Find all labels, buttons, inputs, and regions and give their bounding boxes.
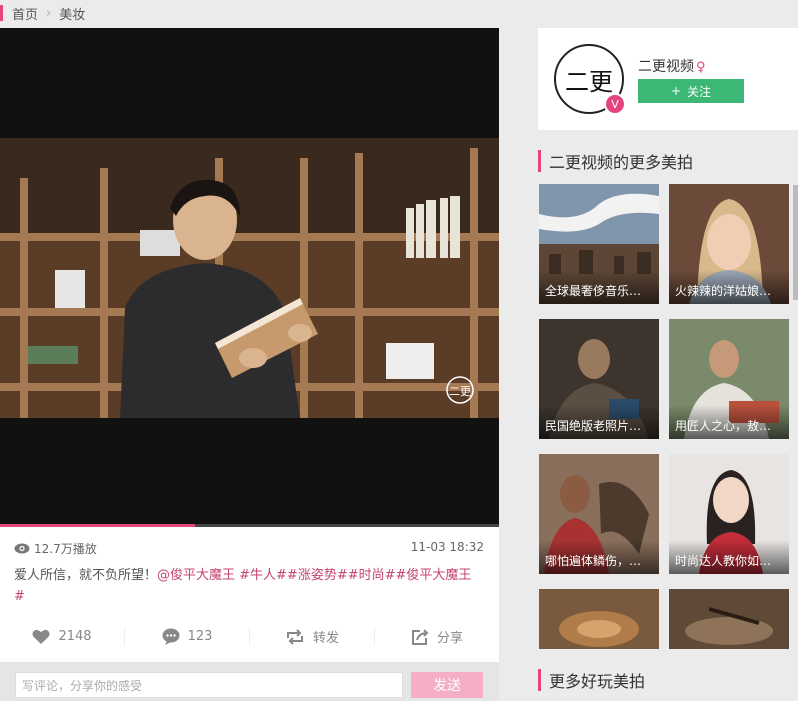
female-icon: ♀: [696, 60, 706, 75]
heart-icon: [32, 629, 51, 644]
repost-button[interactable]: 转发: [250, 627, 375, 646]
thumb-image-7: [539, 589, 659, 649]
more-fun-title: 更多好玩美拍: [549, 672, 646, 691]
thumb-caption-2: 火辣辣的洋姑娘…: [669, 270, 789, 304]
thumb-image-8: [669, 589, 789, 649]
thumb-caption-1: 全球最奢侈音乐…: [539, 270, 659, 304]
video-frame[interactable]: 二更: [0, 138, 499, 418]
repost-icon: [286, 628, 303, 645]
like-button[interactable]: 2148: [0, 627, 125, 646]
description-text: 爱人所信，就不负所望！: [14, 568, 158, 583]
publish-datetime: 11-03 18:32: [410, 540, 484, 554]
more-videos-heading: 二更视频的更多美拍: [538, 149, 693, 173]
follow-button[interactable]: + 关注: [638, 79, 744, 103]
thumb-caption-3: 民国绝版老照片…: [539, 405, 659, 439]
send-button[interactable]: 发送: [411, 672, 483, 698]
comment-bar: 写评论，分享你的感受 发送: [0, 662, 499, 701]
comment-input[interactable]: 写评论，分享你的感受: [15, 672, 403, 698]
verified-badge-icon: V: [604, 93, 626, 115]
author-name-label: 二更视频: [638, 59, 694, 75]
share-button[interactable]: 分享: [375, 627, 499, 646]
video-thumb-6[interactable]: 时尚达人教你如…: [669, 454, 789, 574]
video-thumb-1[interactable]: 全球最奢侈音乐…: [539, 184, 659, 304]
sidebar-scrollbar[interactable]: [793, 185, 798, 300]
comment-count: 123: [187, 629, 213, 644]
author-name[interactable]: 二更视频 ♀: [638, 56, 706, 76]
thumb-caption-4: 用匠人之心，敖…: [669, 405, 789, 439]
video-thumb-2[interactable]: 火辣辣的洋姑娘…: [669, 184, 789, 304]
video-thumb-3[interactable]: 民国绝版老照片…: [539, 319, 659, 439]
video-thumb-7[interactable]: [539, 589, 659, 649]
follow-label: 关注: [687, 84, 712, 99]
breadcrumb: 首页 › 美妆: [0, 0, 798, 26]
thumb-caption-6: 时尚达人教你如…: [669, 540, 789, 574]
comment-bubble-icon: [162, 628, 180, 645]
video-thumb-8[interactable]: [669, 589, 789, 649]
play-count: 12.7万播放: [14, 540, 97, 557]
share-icon: [411, 628, 429, 645]
video-description: 爱人所信，就不负所望！@俊平大魔王 #牛人##涨姿势##时尚##俊平大魔王#: [14, 565, 480, 607]
share-label: 分享: [436, 631, 463, 646]
plus-icon: +: [670, 84, 682, 98]
eye-icon: [14, 543, 30, 554]
breadcrumb-current: 美妆: [59, 7, 86, 23]
breadcrumb-home-link[interactable]: 首页: [12, 4, 38, 23]
video-thumb-4[interactable]: 用匠人之心，敖…: [669, 319, 789, 439]
repost-label: 转发: [312, 631, 339, 646]
author-card: 二更 V 二更视频 ♀ + 关注: [538, 28, 798, 130]
video-info-panel: 12.7万播放 11-03 18:32 爱人所信，就不负所望！@俊平大魔王 #牛…: [0, 527, 499, 662]
heading-accent-bar: [538, 150, 541, 172]
avatar-logo-glyph: 二更: [565, 67, 613, 96]
chevron-right-icon: ›: [46, 5, 52, 21]
play-count-label: 12.7万播放: [34, 542, 97, 556]
video-actions: 2148 123 转发 分享: [0, 627, 499, 646]
like-count: 2148: [58, 629, 92, 644]
video-player[interactable]: 二更: [0, 28, 499, 526]
video-thumb-5[interactable]: 哪怕遍体鳞伤，…: [539, 454, 659, 574]
more-fun-heading: 更多好玩美拍: [538, 668, 645, 692]
heading-accent-bar: [538, 669, 541, 691]
video-frame-image: 二更: [0, 138, 499, 418]
comment-button[interactable]: 123: [125, 627, 250, 646]
thumb-caption-5: 哪怕遍体鳞伤，…: [539, 540, 659, 574]
more-videos-title: 二更视频的更多美拍: [549, 153, 694, 172]
video-stats: 12.7万播放 11-03 18:32: [14, 540, 484, 557]
svg-text:二更: 二更: [449, 385, 471, 398]
breadcrumb-accent-bar: [0, 5, 3, 21]
